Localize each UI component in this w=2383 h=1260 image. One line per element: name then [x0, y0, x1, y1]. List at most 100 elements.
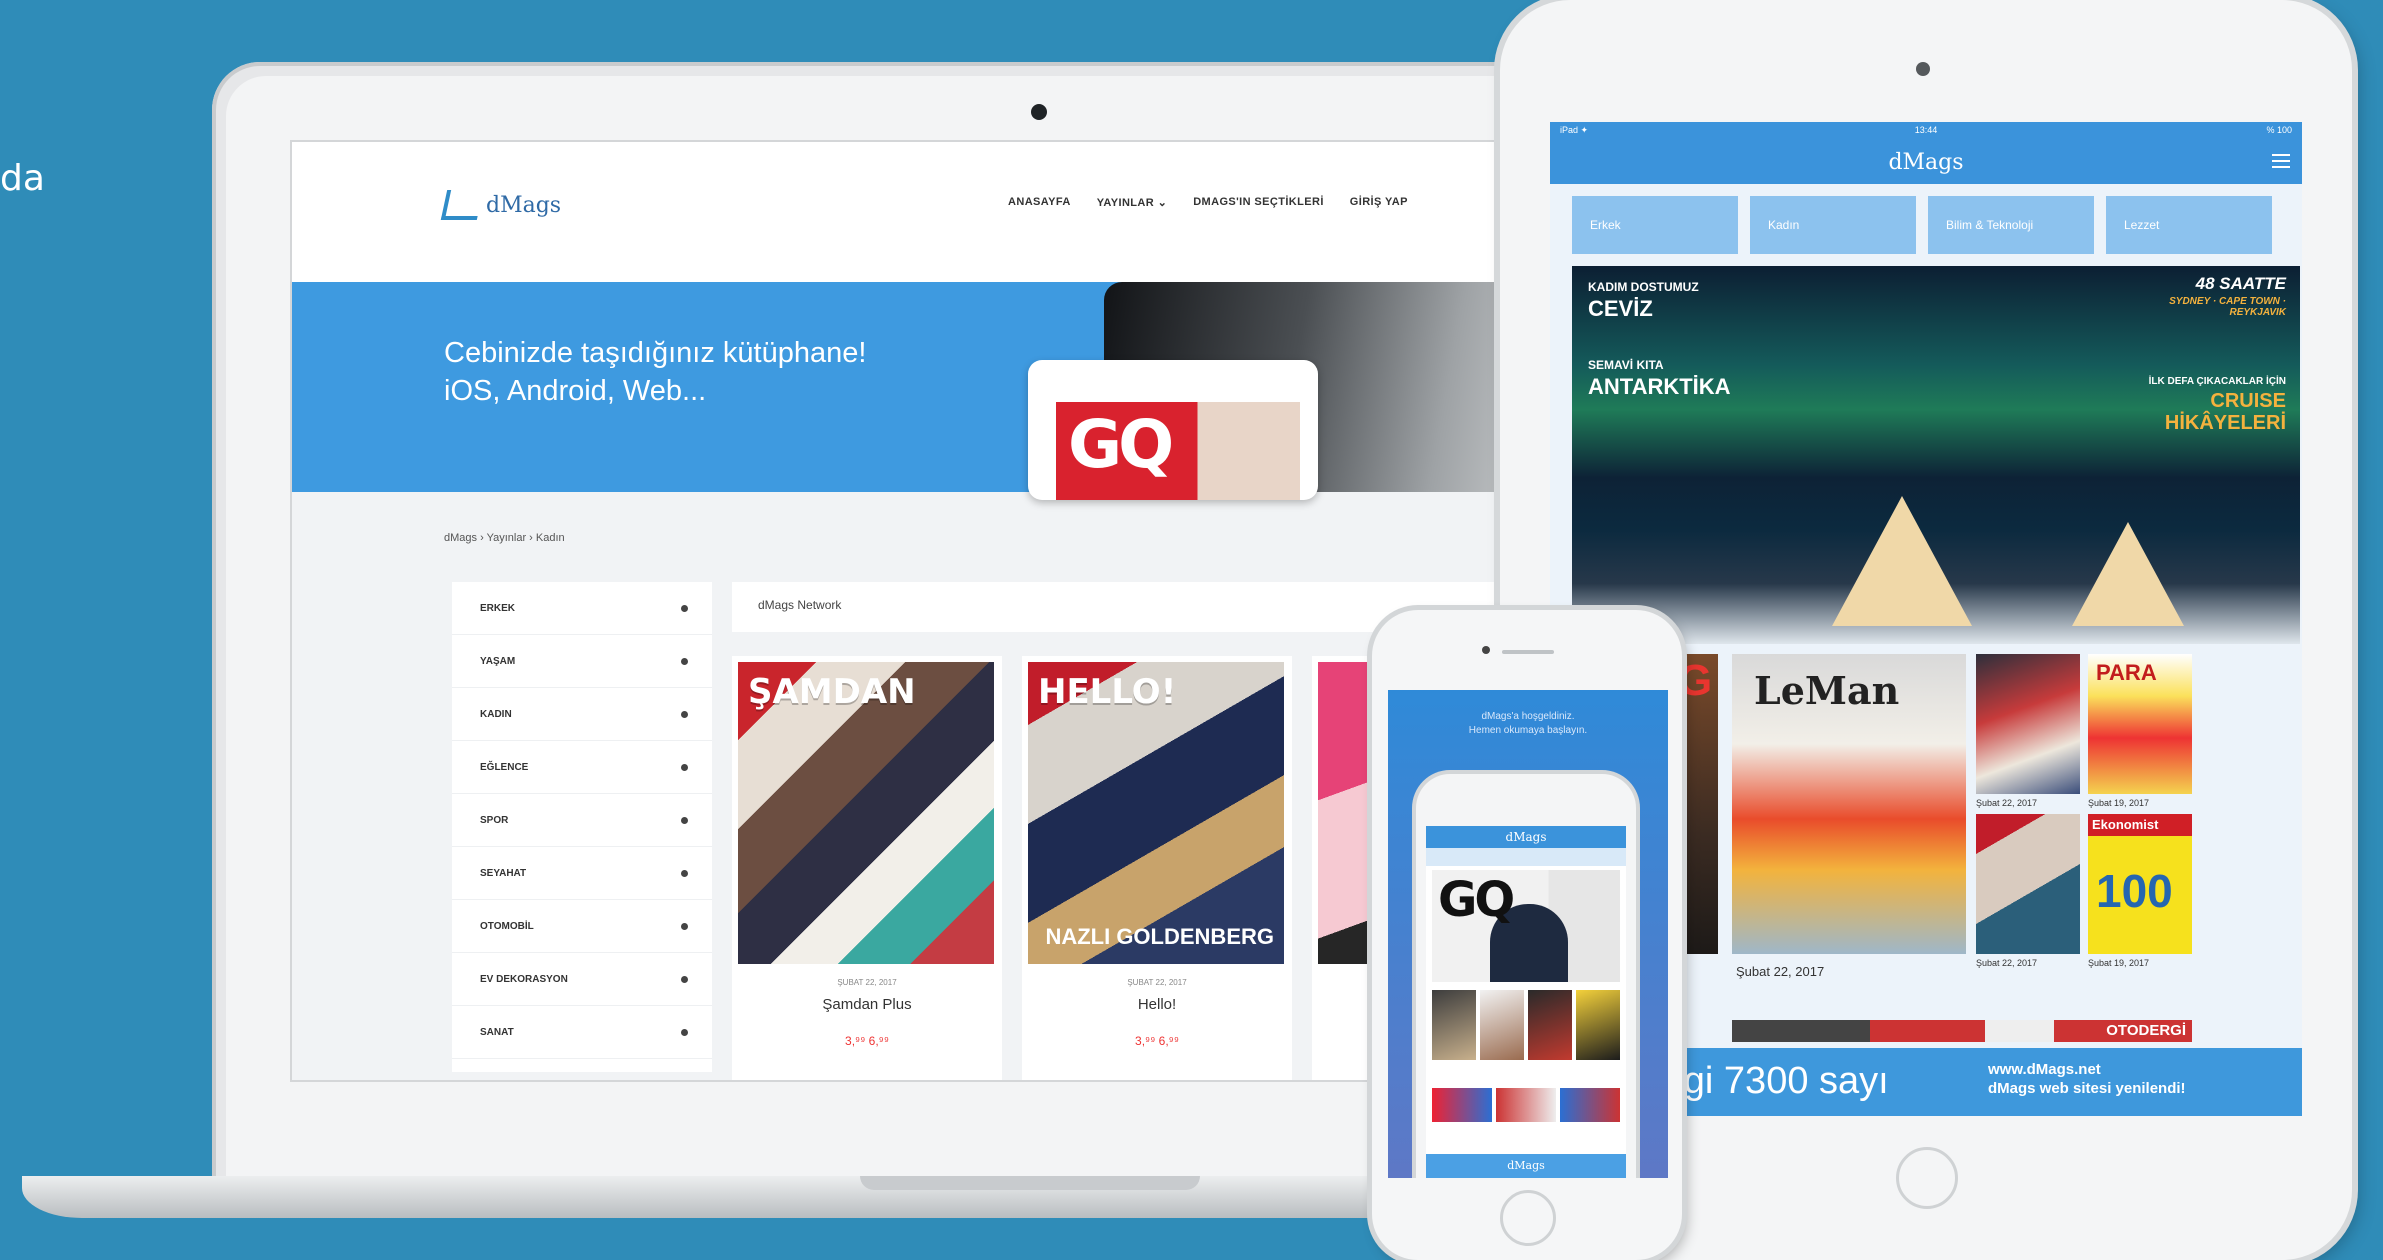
- magazine-date: Şubat 19, 2017: [2088, 958, 2150, 968]
- featured-cover[interactable]: KADIM DOSTUMUZ CEVİZ SEMAVİ KITA ANTARKT…: [1572, 266, 2300, 644]
- inner-gq-logo: GQ: [1438, 872, 1515, 928]
- app-title: dMags: [1888, 150, 1964, 175]
- dmags-logo-icon: [440, 190, 484, 220]
- category-item[interactable]: SANAT: [452, 1006, 712, 1059]
- phone-home-button[interactable]: [1500, 1190, 1556, 1246]
- phone-screen: dMags'a hoşgeldiniz. Hemen okumaya başla…: [1388, 690, 1668, 1178]
- otodergi-title: OTODERGİ: [2106, 1022, 2186, 1039]
- ekonomist-number: 100: [2096, 865, 2173, 917]
- magazine-date: Şubat 22, 2017: [1736, 964, 1825, 979]
- inner-cover[interactable]: [1480, 990, 1524, 1060]
- para-title: PARA: [2096, 660, 2157, 685]
- magazine-price: 3,⁹⁹ 6,⁹⁹: [845, 1034, 889, 1048]
- magazine-title[interactable]: Hello!: [1022, 996, 1292, 1013]
- category-label: SEYAHAT: [480, 867, 527, 879]
- hero-kicker-1: KADIM DOSTUMUZ: [1588, 280, 1699, 294]
- banner-url[interactable]: www.dMags.net: [1988, 1060, 2186, 1079]
- banner-text: www.dMags.net dMags web sitesi yenilendi…: [1988, 1060, 2186, 1098]
- laptop-camera: [1031, 104, 1047, 120]
- category-label: SANAT: [480, 1026, 514, 1038]
- inner-cover[interactable]: [1496, 1088, 1556, 1122]
- hero-hikayeler: HİKÂYELERİ: [2164, 412, 2286, 434]
- laptop-base: [22, 1176, 1542, 1218]
- inner-cover[interactable]: [1560, 1088, 1620, 1122]
- magazine-cover-small[interactable]: [1976, 654, 2080, 794]
- category-item[interactable]: ERKEK: [452, 582, 712, 635]
- hero-banner: Cebinizde taşıdığınız kütüphane! iOS, An…: [292, 282, 1578, 500]
- magazine-para[interactable]: PARA: [2088, 654, 2192, 794]
- hero-text: Cebinizde taşıdığınız kütüphane! iOS, An…: [444, 334, 866, 410]
- nav-giris[interactable]: GİRİŞ YAP: [1350, 196, 1408, 209]
- breadcrumb[interactable]: dMags › Yayınlar › Kadın: [444, 532, 565, 544]
- hero-gq-logo: GQ: [1068, 406, 1174, 483]
- banner-headline: ergi 7300 sayı: [1650, 1060, 1889, 1102]
- bullet-icon: [681, 604, 688, 612]
- leman-title: LeMan: [1754, 668, 1900, 713]
- category-item[interactable]: YAŞAM: [452, 635, 712, 688]
- category-item[interactable]: SPOR: [452, 794, 712, 847]
- category-item[interactable]: SEYAHAT: [452, 847, 712, 900]
- bullet-icon: [681, 710, 688, 718]
- inner-phone-image: dMags GQ dMags: [1416, 774, 1636, 1178]
- magazine-cover[interactable]: HELLO! NAZLI GOLDENBERG: [1028, 662, 1284, 964]
- inner-cover[interactable]: [1528, 990, 1572, 1060]
- bullet-icon: [681, 657, 688, 665]
- inner-tabs: [1426, 848, 1626, 866]
- site-logo[interactable]: dMags: [440, 190, 561, 220]
- category-label: ERKEK: [480, 602, 516, 614]
- inner-cover-row: [1432, 1088, 1620, 1122]
- status-battery: % 100: [2266, 125, 2292, 135]
- tab-lezzet[interactable]: Lezzet: [2106, 196, 2272, 254]
- welcome-line-1: dMags'a hoşgeldiniz.: [1481, 711, 1575, 722]
- magazine-ekonomist[interactable]: Ekonomist 100: [2088, 814, 2192, 954]
- menu-icon[interactable]: [2272, 154, 2290, 168]
- phone-speaker: [1502, 650, 1554, 654]
- bullet-icon: [681, 922, 688, 930]
- magazine-title[interactable]: Şamdan Plus: [732, 996, 1002, 1013]
- hero-kicker-2: SEMAVİ KITA: [1588, 358, 1664, 372]
- magazine-date: Şubat 19, 2017: [2088, 798, 2150, 808]
- category-label: OTOMOBİL: [480, 920, 534, 932]
- hero-line-1: Cebinizde taşıdığınız kütüphane!: [444, 337, 867, 369]
- tablet-camera: [1916, 62, 1930, 76]
- category-item[interactable]: EV DEKORASYON: [452, 953, 712, 1006]
- magazine-date: ŞUBAT 22, 2017: [837, 978, 897, 987]
- bullet-icon: [681, 816, 688, 824]
- nav-yayinlar[interactable]: YAYINLAR ⌄: [1097, 196, 1167, 209]
- magazine-price: 3,⁹⁹ 6,⁹⁹: [1135, 1034, 1179, 1048]
- category-label: EV DEKORASYON: [480, 973, 568, 985]
- category-item[interactable]: KADIN: [452, 688, 712, 741]
- bullet-icon: [681, 1028, 688, 1036]
- hero-headline-2: ANTARKTİKA: [1588, 374, 1731, 399]
- category-label: KADIN: [480, 708, 512, 720]
- tab-bilim[interactable]: Bilim & Teknoloji: [1928, 196, 2094, 254]
- nav-anasayfa[interactable]: ANASAYFA: [1008, 196, 1071, 209]
- category-item[interactable]: OTOMOBİL: [452, 900, 712, 953]
- inner-gq-cover[interactable]: GQ: [1432, 870, 1620, 982]
- inner-cover[interactable]: [1432, 990, 1476, 1060]
- magazine-leman[interactable]: LeMan: [1732, 654, 1966, 954]
- magazine-strip[interactable]: OTODERGİ: [1732, 1020, 2192, 1042]
- laptop-notch: [860, 1176, 1200, 1190]
- tab-erkek[interactable]: Erkek: [1572, 196, 1738, 254]
- hero-right-kicker: İLK DEFA ÇIKACAKLAR İÇİN: [2148, 376, 2286, 387]
- category-label: SPOR: [480, 814, 509, 826]
- magazine-card[interactable]: ŞAMDAN ŞUBAT 22, 2017 Şamdan Plus 3,⁹⁹ 6…: [732, 656, 1002, 1080]
- category-label: YAŞAM: [480, 655, 516, 667]
- category-item[interactable]: EĞLENCE: [452, 741, 712, 794]
- nav-secilenler[interactable]: DMAGS'IN SEÇTİKLERİ: [1193, 196, 1324, 209]
- tent-image: [1832, 496, 1972, 626]
- tab-kadin[interactable]: Kadın: [1750, 196, 1916, 254]
- inner-cover[interactable]: [1432, 1088, 1492, 1122]
- inner-cover[interactable]: [1576, 990, 1620, 1060]
- magazine-date: Şubat 22, 2017: [1976, 958, 2038, 968]
- magazine-card[interactable]: HELLO! NAZLI GOLDENBERG ŞUBAT 22, 2017 H…: [1022, 656, 1292, 1080]
- hero-cruise: CRUISE: [2210, 390, 2286, 412]
- site-nav: ANASAYFA YAYINLAR ⌄ DMAGS'IN SEÇTİKLERİ …: [1008, 196, 1408, 209]
- hero-line-2: iOS, Android, Web...: [444, 375, 707, 407]
- welcome-text: dMags'a hoşgeldiniz. Hemen okumaya başla…: [1388, 710, 1668, 738]
- tablet-home-button[interactable]: [1896, 1147, 1958, 1209]
- inner-phone-screen: dMags GQ dMags: [1426, 826, 1626, 1178]
- magazine-cover-small[interactable]: [1976, 814, 2080, 954]
- magazine-cover[interactable]: ŞAMDAN: [738, 662, 994, 964]
